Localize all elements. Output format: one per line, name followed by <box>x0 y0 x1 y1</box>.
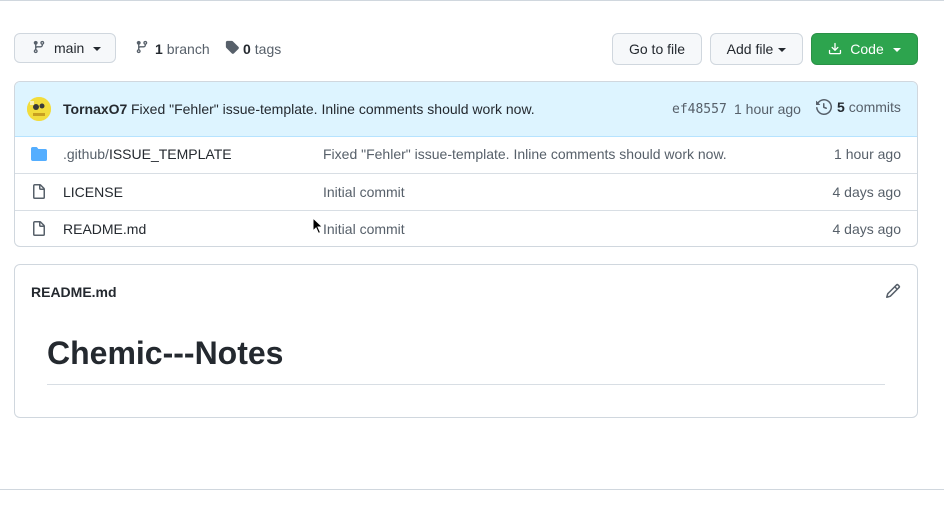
file-row[interactable]: README.md Initial commit 4 days ago <box>15 210 917 246</box>
file-commit-message-link[interactable]: Initial commit <box>323 184 405 200</box>
commit-author-link[interactable]: TornaxO7 <box>63 101 127 117</box>
file-row[interactable]: .github/ISSUE_TEMPLATE Fixed "Fehler" is… <box>15 136 917 173</box>
commit-count-word: commits <box>848 99 901 115</box>
file-icon <box>31 184 47 203</box>
top-divider <box>0 0 944 1</box>
latest-commit-bar: TornaxO7 Fixed "Fehler" issue-template. … <box>15 82 917 137</box>
file-name-link[interactable]: LICENSE <box>63 184 123 200</box>
branch-select-button[interactable]: main <box>14 33 116 63</box>
commit-sha-link[interactable]: ef48557 <box>672 102 727 117</box>
readme-heading: Chemic---Notes <box>47 335 284 371</box>
readme-panel: README.md Chemic---Notes <box>14 264 918 418</box>
branch-label: main <box>54 40 85 56</box>
heading-divider <box>47 384 885 385</box>
bottom-divider <box>0 489 944 490</box>
go-to-file-button[interactable]: Go to file <box>612 33 702 65</box>
code-label: Code <box>850 41 884 57</box>
chevron-down-icon <box>778 48 787 52</box>
commit-message-link[interactable]: Fixed "Fehler" issue-template. Inline co… <box>131 101 535 117</box>
git-branch-icon <box>32 40 46 57</box>
file-age: 4 days ago <box>832 184 902 200</box>
file-commit-message-link[interactable]: Initial commit <box>323 221 405 237</box>
branch-count: 1 <box>155 40 163 57</box>
go-to-file-label: Go to file <box>628 41 686 57</box>
avatar[interactable] <box>27 97 51 121</box>
file-commit-message-link[interactable]: Fixed "Fehler" issue-template. Inline co… <box>323 146 727 162</box>
chevron-down-icon <box>892 48 901 52</box>
file-age: 1 hour ago <box>834 146 901 162</box>
pencil-icon[interactable] <box>885 283 901 304</box>
add-file-label: Add file <box>726 41 774 57</box>
file-row[interactable]: LICENSE Initial commit 4 days ago <box>15 173 917 210</box>
code-button[interactable]: Code <box>811 33 918 65</box>
download-icon <box>828 42 842 56</box>
file-name-link[interactable]: README.md <box>63 221 146 237</box>
file-listing: TornaxO7 Fixed "Fehler" issue-template. … <box>14 81 918 247</box>
branch-word: branch <box>166 40 210 57</box>
commit-count: 5 <box>837 99 845 115</box>
file-age: 4 days ago <box>832 221 902 237</box>
folder-icon <box>31 146 47 165</box>
add-file-button[interactable]: Add file <box>710 33 803 65</box>
history-icon <box>816 99 832 115</box>
file-icon <box>31 221 47 240</box>
branches-link[interactable]: 1 branch <box>135 40 210 57</box>
commits-link[interactable]: 5 commits <box>816 99 901 115</box>
tag-word: tags <box>254 40 282 57</box>
readme-title-link[interactable]: README.md <box>31 284 117 300</box>
tag-icon <box>225 40 239 57</box>
file-name-link[interactable]: .github/ISSUE_TEMPLATE <box>63 146 232 162</box>
chevron-down-icon <box>93 47 102 51</box>
commit-time: 1 hour ago <box>734 101 801 117</box>
tags-link[interactable]: 0 tags <box>225 40 281 57</box>
tag-count: 0 <box>243 40 251 57</box>
git-branch-icon <box>135 40 149 57</box>
mouse-cursor-icon <box>312 216 324 240</box>
